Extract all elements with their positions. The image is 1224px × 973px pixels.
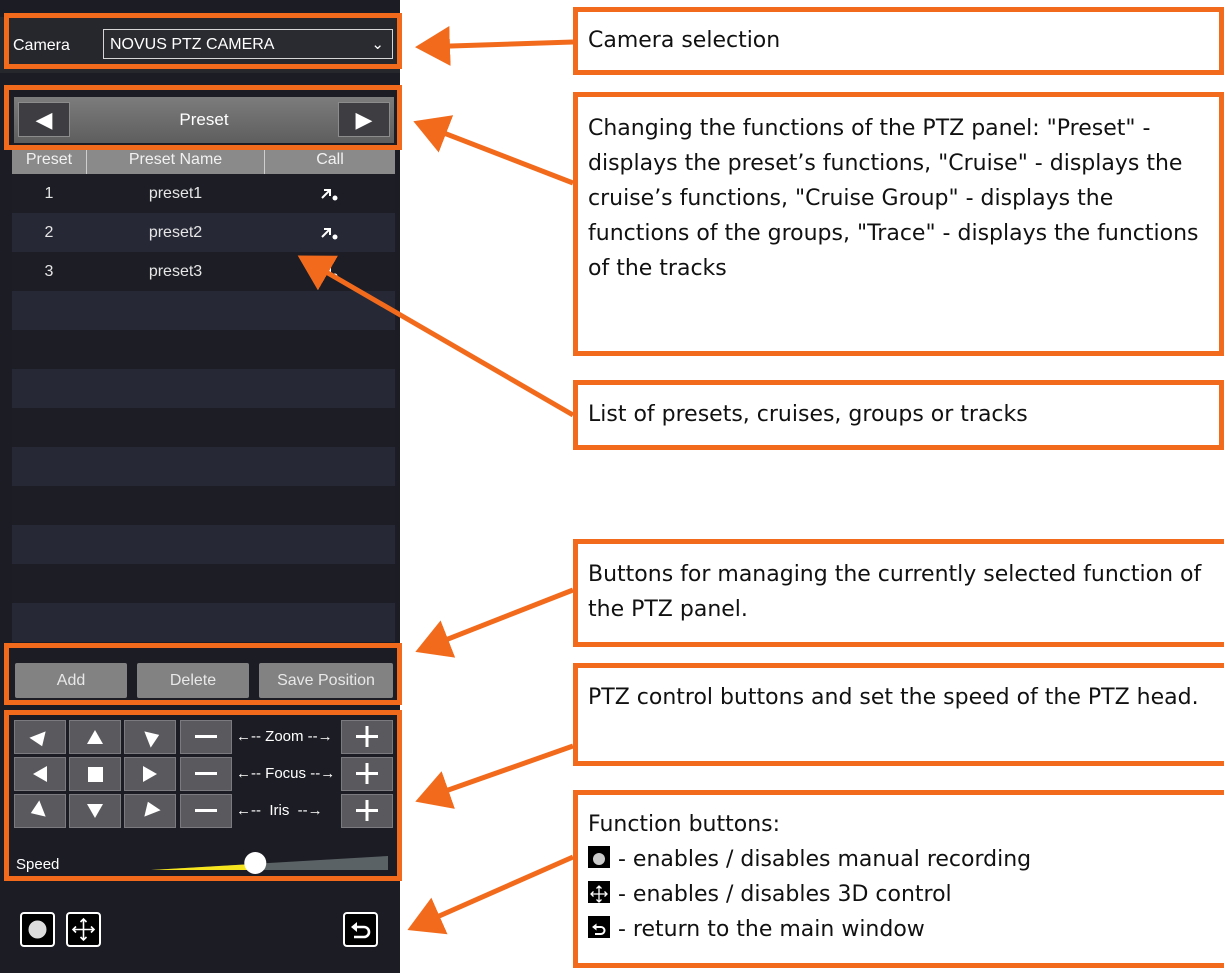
callout-fn-return-line: - return to the main window bbox=[588, 912, 1214, 947]
return-icon bbox=[588, 916, 610, 938]
callout-buttons-text: Buttons for managing the currently selec… bbox=[588, 562, 1202, 622]
callout-fn-title: Function buttons: bbox=[588, 812, 781, 837]
callout-fn-record-line: - enables / disables manual recording bbox=[588, 842, 1214, 877]
callout-list-text: List of presets, cruises, groups or trac… bbox=[588, 402, 1028, 427]
callout-functions: Changing the functions of the PTZ panel:… bbox=[573, 92, 1224, 356]
callout-function-buttons: Function buttons: - enables / disables m… bbox=[573, 790, 1224, 968]
callout-buttons: Buttons for managing the currently selec… bbox=[573, 539, 1224, 647]
callout-camera-text: Camera selection bbox=[588, 28, 781, 53]
arrow-list bbox=[297, 255, 575, 418]
callout-ptz: PTZ control buttons and set the speed of… bbox=[573, 663, 1224, 766]
arrow-ptz bbox=[415, 743, 574, 809]
record-icon bbox=[588, 846, 610, 868]
callout-functions-text: Changing the functions of the PTZ panel:… bbox=[588, 116, 1199, 281]
callout-fn-record: - enables / disables manual recording bbox=[618, 847, 1032, 872]
callout-fn-3d-line: - enables / disables 3D control bbox=[588, 877, 1214, 912]
callout-list: List of presets, cruises, groups or trac… bbox=[573, 380, 1224, 450]
callout-fn-3d: - enables / disables 3D control bbox=[618, 882, 952, 907]
callout-camera: Camera selection bbox=[573, 7, 1224, 75]
arrow-buttons bbox=[415, 587, 574, 658]
callout-fn-return: - return to the main window bbox=[618, 917, 925, 942]
callout-ptz-text: PTZ control buttons and set the speed of… bbox=[588, 685, 1199, 710]
arrow-function-buttons bbox=[407, 854, 575, 935]
arrow-functions bbox=[413, 115, 574, 186]
move-arrows-icon bbox=[588, 881, 610, 903]
arrow-camera bbox=[415, 26, 574, 67]
